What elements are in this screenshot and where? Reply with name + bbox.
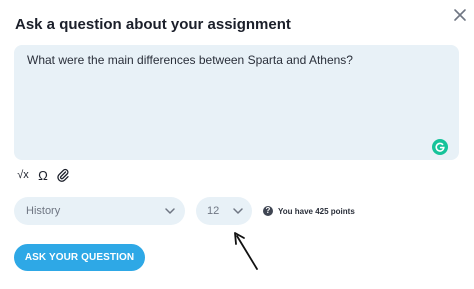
number-select-value: 12 <box>207 205 220 217</box>
arrow-pointer-icon <box>234 232 258 270</box>
square-root-icon[interactable]: √x <box>15 167 31 183</box>
omega-icon[interactable]: Ω <box>35 167 51 183</box>
omega-glyph: Ω <box>38 167 48 183</box>
ask-question-button-label: ASK YOUR QUESTION <box>24 252 135 263</box>
square-root-glyph: √x <box>17 169 29 181</box>
ask-question-dialog: Ask a question about your assignment Wha… <box>0 0 474 289</box>
close-icon[interactable] <box>450 5 470 25</box>
question-text: What were the main differences between S… <box>27 53 353 67</box>
points-info: ? You have 425 points <box>263 205 355 217</box>
chevron-down-icon <box>165 208 175 214</box>
editor-toolbar: √x Ω <box>15 166 71 184</box>
points-text: You have 425 points <box>278 206 355 216</box>
chevron-down-icon <box>233 208 243 214</box>
dialog-title: Ask a question about your assignment <box>15 16 291 33</box>
number-select[interactable]: 12 <box>196 197 252 225</box>
paperclip-icon[interactable] <box>55 167 71 183</box>
subject-select-value: History <box>26 205 61 217</box>
grammarly-icon[interactable] <box>432 139 448 155</box>
subject-select[interactable]: History <box>14 197 185 225</box>
question-input[interactable]: What were the main differences between S… <box>14 45 459 160</box>
help-icon[interactable]: ? <box>263 206 273 216</box>
ask-question-button[interactable]: ASK YOUR QUESTION <box>14 244 145 271</box>
